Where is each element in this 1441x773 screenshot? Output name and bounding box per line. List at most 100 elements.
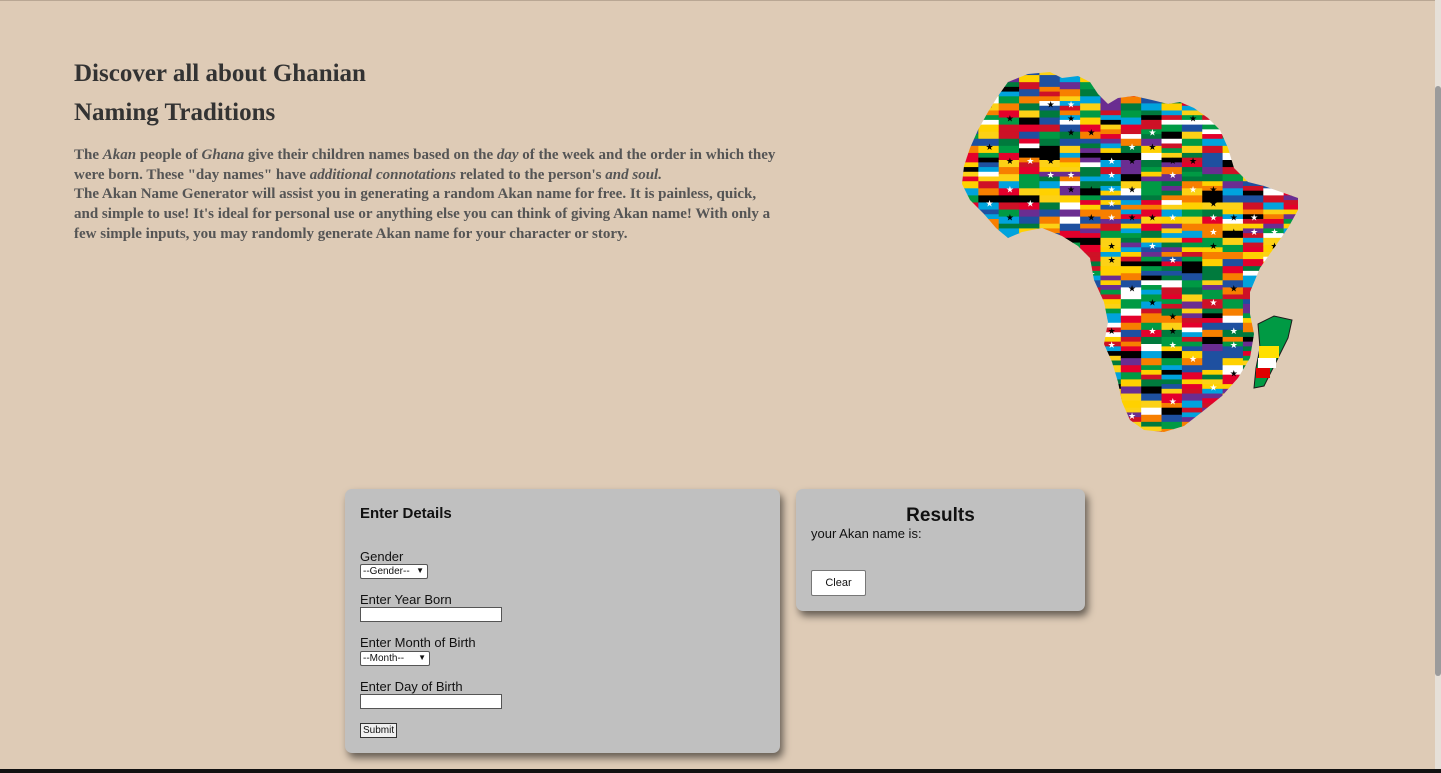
flag-band (1242, 428, 1264, 432)
flag-band (1263, 115, 1285, 121)
flag-band (1080, 103, 1101, 111)
flag-tile (1120, 421, 1142, 432)
flag-star-icon: ★ (986, 354, 994, 364)
flag-band (1283, 280, 1298, 286)
flag-band (998, 280, 1020, 288)
flag-star-icon: ★ (1270, 382, 1278, 392)
day-input[interactable] (360, 694, 502, 709)
flag-tile: ★ (962, 110, 979, 126)
flag-band (1283, 190, 1298, 196)
flag-band (1242, 270, 1264, 277)
flag-band (1263, 82, 1285, 88)
flag-band (1242, 152, 1264, 161)
flag-band (1080, 275, 1101, 281)
flag-tile (1242, 252, 1264, 267)
flag-band (1283, 407, 1298, 413)
flag-tile (978, 82, 1000, 97)
flag-band (1120, 393, 1142, 402)
flag-tile (1080, 167, 1101, 182)
flag-tile (1100, 365, 1122, 380)
flag-band (1120, 117, 1142, 126)
flag-band (998, 237, 1020, 244)
flag-band (1161, 185, 1183, 192)
gender-select[interactable]: --Gender-- ▼ (360, 564, 428, 579)
flag-band (1039, 421, 1061, 428)
flag-tile: ★ (1019, 152, 1040, 168)
flag-band (1120, 372, 1142, 380)
flag-band (998, 252, 1020, 260)
flag-tile (1019, 138, 1040, 154)
flag-band (1222, 426, 1244, 432)
flag-band (1120, 336, 1142, 343)
flag-tile: ★ (1161, 322, 1183, 338)
flag-band (1161, 280, 1183, 288)
flag-star-icon: ★ (1047, 340, 1055, 350)
flag-tile (1202, 72, 1224, 83)
flag-tile (1161, 280, 1183, 295)
flag-band (1263, 294, 1285, 303)
submit-button[interactable]: Submit (360, 723, 398, 738)
flag-band (1059, 372, 1081, 380)
month-select[interactable]: --Month-- ▼ (360, 651, 430, 666)
flag-band (1080, 336, 1101, 343)
flag-band (1202, 174, 1224, 182)
scrollbar-thumb[interactable] (1435, 86, 1441, 676)
flag-tile (998, 237, 1020, 253)
flag-band (1222, 315, 1244, 324)
flag-tile (1019, 379, 1040, 395)
flag-band (1080, 303, 1101, 310)
flag-band (1019, 228, 1040, 234)
flag-band (1120, 379, 1142, 387)
flag-band (1283, 237, 1298, 246)
flag-band (1161, 275, 1183, 281)
flag-band (1141, 336, 1163, 345)
flag-band (1181, 89, 1203, 97)
flag-band (962, 431, 979, 432)
flag-band (1242, 313, 1264, 319)
flag-band (1039, 216, 1061, 225)
flag-tile (1080, 72, 1101, 83)
flag-band (1263, 72, 1285, 76)
flag-band (998, 270, 1020, 277)
flag-star-icon: ★ (1026, 156, 1034, 166)
page-title-line-1: Discover all about Ghanian (74, 60, 366, 87)
flag-band (1019, 89, 1040, 97)
flag-band (1141, 160, 1163, 168)
flag-tile (1222, 167, 1244, 182)
flag-tile (1019, 110, 1040, 126)
flag-band (1080, 379, 1101, 385)
flag-band (1100, 428, 1122, 432)
intro-paragraph-2: The Akan Name Generator will assist you … (74, 186, 771, 242)
flag-band (1263, 388, 1285, 395)
year-input[interactable] (360, 607, 502, 622)
flag-tile: ★ (1059, 322, 1081, 338)
flag-tile (1283, 195, 1298, 211)
flag-tile: ★ (978, 365, 1000, 380)
flag-band (1283, 214, 1298, 220)
flag-tile (1039, 124, 1061, 140)
flag-band (1141, 266, 1163, 272)
flag-tile (1141, 280, 1163, 295)
flag-band (1202, 393, 1224, 399)
flag-tile: ★ (1283, 181, 1298, 196)
flag-star-icon: ★ (1291, 326, 1299, 336)
flag-tile (1019, 181, 1040, 196)
flag-band (1141, 91, 1163, 97)
flag-band (962, 414, 979, 423)
flag-band (1263, 280, 1285, 288)
flag-band (962, 247, 979, 253)
flag-band (1141, 96, 1163, 104)
flag-band (1039, 280, 1061, 288)
flag-band (1263, 176, 1285, 182)
flag-band (1222, 308, 1244, 317)
flag-band (1242, 280, 1264, 288)
flag-tile: ★ (1222, 280, 1244, 295)
flag-tile: ★ (1161, 152, 1183, 168)
flag-band (1263, 275, 1285, 281)
flag-band (1059, 252, 1081, 258)
flag-band (1059, 379, 1081, 385)
flag-tile: ★ (1039, 280, 1061, 295)
flag-band (962, 152, 979, 159)
flag-band (1263, 145, 1285, 154)
clear-button[interactable]: Clear (811, 570, 866, 596)
